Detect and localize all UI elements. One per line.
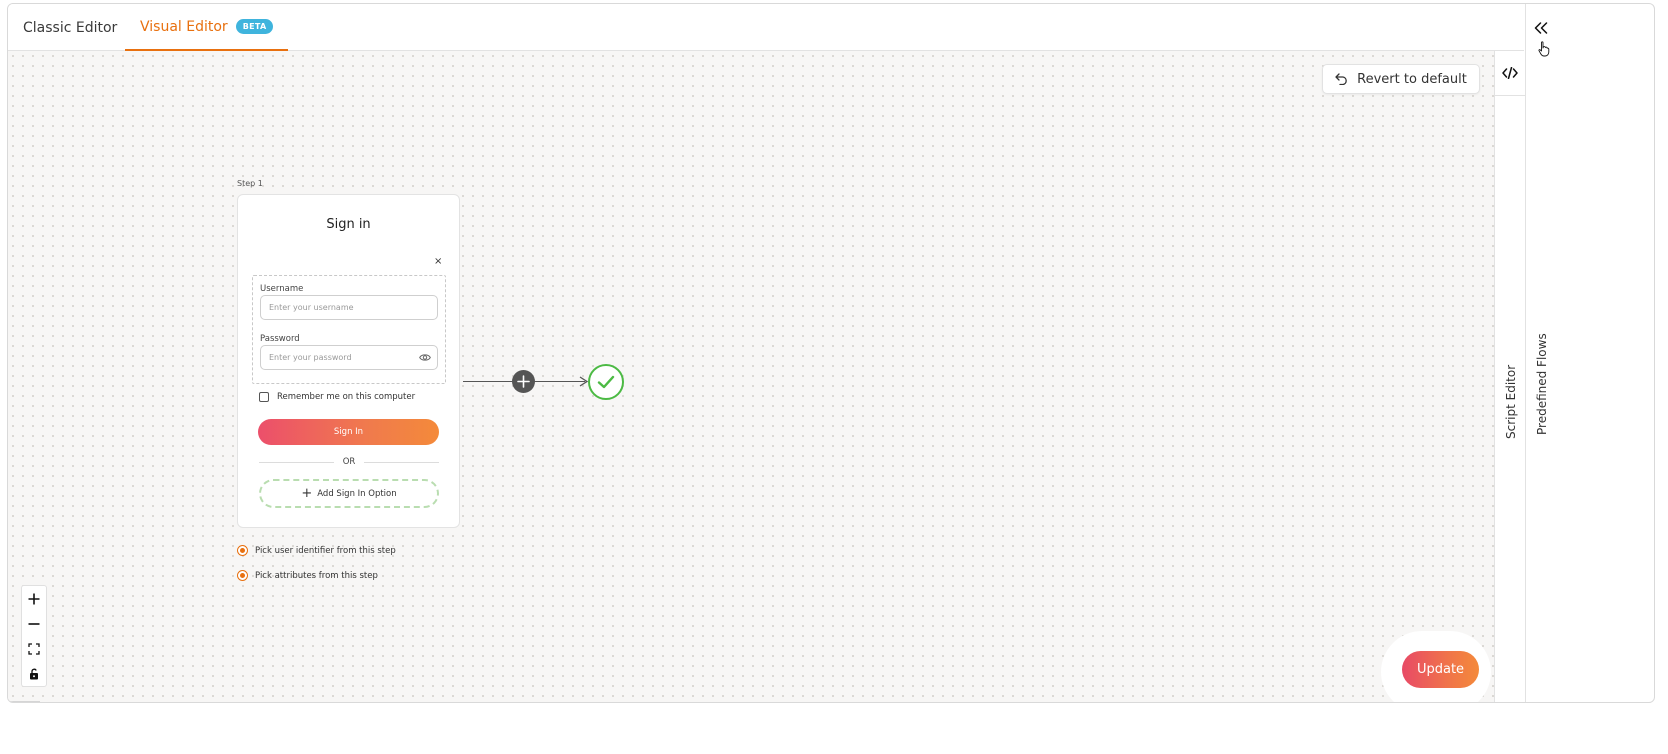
flow-end-node	[588, 364, 624, 400]
lock-icon[interactable]	[22, 661, 46, 686]
remember-me-label: Remember me on this computer	[277, 392, 416, 402]
plus-icon: +	[301, 486, 313, 501]
step-title: Sign in	[326, 217, 371, 232]
password-placeholder: Enter your password	[269, 353, 352, 362]
tab-visual-editor-label: Visual Editor	[140, 18, 228, 35]
pick-identifier-option[interactable]: Pick user identifier from this step	[237, 545, 396, 556]
password-input[interactable]: Enter your password	[260, 345, 438, 370]
update-button[interactable]: Update	[1402, 651, 1479, 688]
double-chevron-left-icon[interactable]	[1526, 16, 1556, 40]
undo-icon	[1335, 73, 1347, 85]
horizontal-scrollbar[interactable]	[8, 701, 40, 702]
or-divider: OR	[259, 457, 439, 467]
editor-window: Classic Editor Visual Editor BETA Revert…	[7, 3, 1655, 703]
add-sign-in-option-label: Add Sign In Option	[317, 488, 397, 499]
eye-icon[interactable]	[419, 353, 431, 362]
arrow-head	[579, 376, 588, 387]
step-label: Step 1	[237, 179, 263, 188]
pick-attributes-radio[interactable]	[237, 570, 248, 581]
predefined-flows-label[interactable]: Predefined Flows	[1535, 333, 1549, 435]
credentials-field-group[interactable]: Username Enter your username Password En…	[252, 275, 446, 384]
zoom-in-icon[interactable]	[22, 586, 46, 611]
sign-in-button-label: Sign In	[333, 427, 364, 437]
pick-identifier-radio[interactable]	[237, 545, 248, 556]
tab-visual-editor[interactable]: Visual Editor BETA	[125, 4, 289, 51]
beta-badge: BETA	[235, 19, 274, 34]
predefined-flows-panel[interactable]: Predefined Flows	[1525, 4, 1556, 702]
tab-classic-editor-label: Classic Editor	[23, 19, 118, 36]
add-sign-in-option-button[interactable]: + Add Sign In Option	[259, 479, 439, 508]
update-button-label: Update	[1416, 662, 1465, 677]
remember-me-checkbox[interactable]	[259, 392, 269, 402]
script-editor-panel[interactable]: Script Editor	[1494, 51, 1525, 702]
username-label: Username	[260, 284, 304, 294]
flow-canvas[interactable]: Revert to default Step 1 Sign in × Usern…	[8, 51, 1494, 702]
check-icon	[597, 375, 615, 389]
revert-label: Revert to default	[1357, 71, 1467, 87]
revert-to-default-button[interactable]: Revert to default	[1322, 64, 1480, 94]
pick-attributes-label: Pick attributes from this step	[255, 570, 378, 581]
pick-attributes-option[interactable]: Pick attributes from this step	[237, 570, 378, 581]
tab-classic-editor[interactable]: Classic Editor	[23, 4, 117, 51]
close-icon[interactable]: ×	[434, 256, 442, 267]
divider-line-right	[364, 462, 439, 463]
sign-in-step-card[interactable]: Sign in × Username Enter your username P…	[237, 194, 460, 528]
tab-bar: Classic Editor Visual Editor BETA	[8, 4, 1524, 51]
zoom-controls	[21, 585, 47, 687]
zoom-out-icon[interactable]	[22, 611, 46, 636]
fit-view-icon[interactable]	[22, 636, 46, 661]
password-label: Password	[260, 334, 300, 344]
pick-identifier-label: Pick user identifier from this step	[255, 545, 396, 556]
sign-in-button[interactable]: Sign In	[258, 419, 439, 445]
remember-me-row[interactable]: Remember me on this computer	[259, 392, 415, 402]
pointer-cursor-icon	[1538, 41, 1550, 57]
username-placeholder: Enter your username	[269, 303, 354, 312]
plus-icon	[517, 375, 530, 388]
add-step-button[interactable]	[512, 370, 535, 393]
username-input[interactable]: Enter your username	[260, 295, 438, 320]
script-editor-label[interactable]: Script Editor	[1504, 365, 1518, 439]
code-icon[interactable]	[1495, 51, 1525, 96]
